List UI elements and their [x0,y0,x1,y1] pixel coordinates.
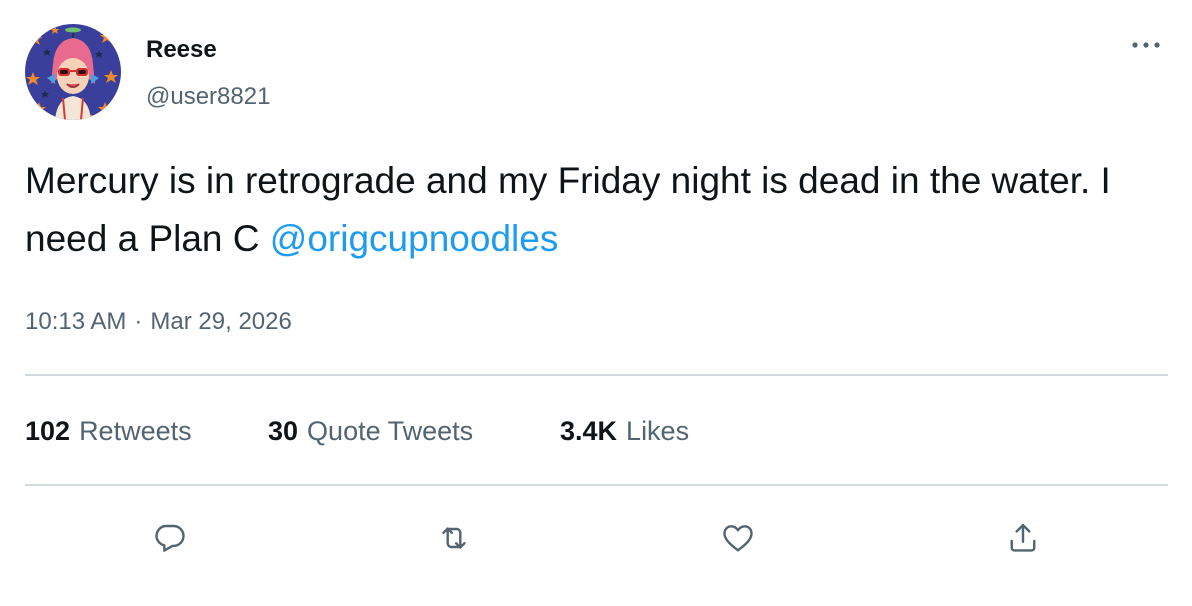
action-bar [0,510,1192,566]
retweets-stat[interactable]: 102 Retweets [25,414,192,448]
more-horizontal-icon [1132,42,1160,48]
tweet-text: Mercury is in retrograde and my Friday n… [25,152,1165,268]
likes-stat[interactable]: 3.4K Likes [560,414,689,448]
share-button[interactable] [995,510,1051,566]
tweet-time: 10:13 AM [25,308,127,335]
quote-tweets-stat[interactable]: 30 Quote Tweets [268,414,473,448]
avatar[interactable] [25,24,121,120]
divider [25,484,1168,486]
quote-tweets-label: Quote Tweets [307,416,474,446]
author-display-name[interactable]: Reese [146,35,217,65]
tweet-text-body: Mercury is in retrograde and my Friday n… [25,160,1122,259]
mention-link[interactable]: @origcupnoodles [270,218,559,259]
likes-count: 3.4K [560,416,618,446]
more-options-button[interactable] [1126,30,1166,60]
tweet-date: Mar 29, 2026 [150,308,292,335]
tweet-timestamp[interactable]: 10:13 AM · Mar 29, 2026 [25,306,292,338]
likes-label: Likes [626,416,690,446]
retweet-button[interactable] [426,510,482,566]
reply-icon [155,524,185,552]
reply-button[interactable] [142,510,198,566]
quote-tweets-count: 30 [268,416,299,446]
share-icon [1010,523,1036,552]
retweets-count: 102 [25,416,71,446]
retweet-icon [442,527,466,549]
divider [25,374,1168,376]
tweet-card: Reese @user8821 Mercury is in retrograde… [0,0,1192,606]
like-button[interactable] [710,510,766,566]
meta-separator: · [134,308,143,335]
author-handle[interactable]: @user8821 [146,82,270,112]
retweets-label: Retweets [79,416,192,446]
heart-icon [723,525,753,552]
